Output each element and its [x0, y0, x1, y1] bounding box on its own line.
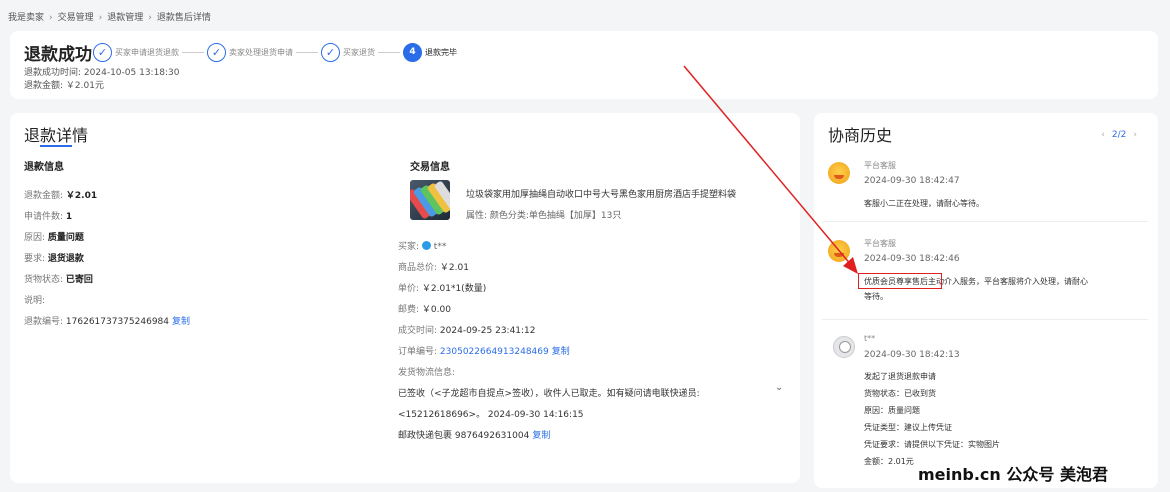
annotation-arrow-icon [683, 65, 858, 274]
watermark-text: meinb.cn 公众号 美泡君 [918, 465, 1108, 484]
